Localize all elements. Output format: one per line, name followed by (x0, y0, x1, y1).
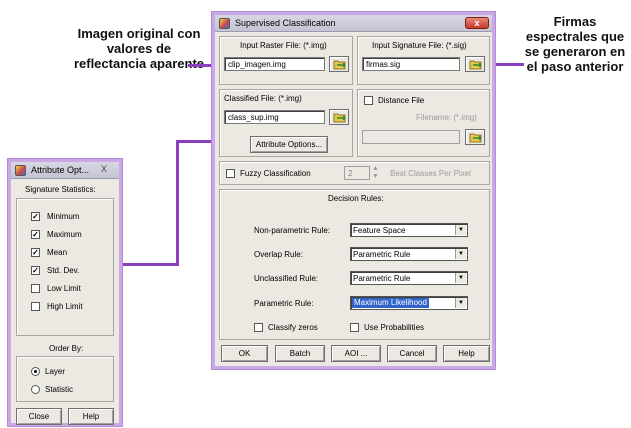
std-dev-label: Std. Dev. (47, 266, 80, 275)
fuzzy-classification-checkbox[interactable] (226, 169, 235, 178)
close-button[interactable]: x (465, 17, 489, 29)
folder-icon (469, 60, 482, 70)
statistic-label: Statistic (45, 385, 74, 394)
non-parametric-rule-label: Non-parametric Rule: (254, 226, 331, 235)
close-icon[interactable]: X (92, 164, 116, 176)
minimum-label: Minimum (47, 212, 80, 221)
title-bar[interactable]: Supervised Classification x (215, 15, 492, 32)
ok-button[interactable]: OK (221, 345, 268, 362)
non-parametric-rule-value: Feature Space (353, 226, 406, 235)
chevron-down-icon: ▼ (455, 273, 466, 283)
parametric-rule-select[interactable]: Maximum Likelihood ▼ (350, 296, 468, 310)
attribute-options-dialog: Attribute Opt... X Signature Statistics:… (8, 159, 122, 426)
cancel-button[interactable]: Cancel (387, 345, 437, 362)
minimum-checkbox[interactable]: ✓ (31, 212, 40, 221)
best-classes-spinner-icon[interactable]: ▲ ▼ (372, 165, 379, 181)
overlap-rule-value: Parametric Rule (353, 250, 411, 259)
input-signature-browse-button[interactable] (465, 56, 485, 72)
distance-file-browse-button[interactable] (465, 129, 485, 145)
layer-radio[interactable] (31, 367, 40, 376)
statistic-radio[interactable] (31, 385, 40, 394)
signature-statistics-label: Signature Statistics: (25, 185, 96, 194)
aoi-button[interactable]: AOI ... (331, 345, 381, 362)
input-raster-panel: Input Raster File: (*.img) clip_imagen.i… (219, 36, 353, 85)
fuzzy-panel: Fuzzy Classification 2 ▲ ▼ Best Classes P… (219, 161, 490, 185)
distance-file-checkbox[interactable] (364, 96, 373, 105)
mean-label: Mean (47, 248, 68, 257)
attr-title-bar[interactable]: Attribute Opt... X (11, 162, 119, 179)
batch-button[interactable]: Batch (275, 345, 325, 362)
folder-icon (333, 60, 346, 70)
folder-icon (333, 113, 346, 123)
annotation-right: Firmas espectrales que se generaron en e… (524, 14, 626, 74)
fuzzy-classification-label: Fuzzy Classification (240, 169, 311, 178)
attribute-options-button[interactable]: Attribute Options... (250, 136, 328, 153)
classified-file-label: Classified File: (*.img) (224, 94, 302, 103)
input-raster-field[interactable]: clip_imagen.img (224, 57, 325, 71)
chevron-down-icon: ▼ (455, 298, 466, 308)
use-probabilities-label: Use Probabilities (364, 323, 425, 332)
best-classes-field[interactable]: 2 (344, 166, 370, 180)
maximum-label: Maximum (47, 230, 82, 239)
distance-file-field[interactable] (362, 130, 460, 144)
use-probabilities-checkbox[interactable] (350, 323, 359, 332)
decision-rules-panel: Decision Rules: Non-parametric Rule: Fea… (219, 189, 490, 340)
distance-file-label: Distance File (378, 96, 425, 105)
non-parametric-rule-select[interactable]: Feature Space ▼ (350, 223, 468, 237)
distance-file-panel: Distance File Filename: (*.img) (357, 89, 490, 157)
overlap-rule-select[interactable]: Parametric Rule ▼ (350, 247, 468, 261)
low-limit-label: Low Limit (47, 284, 81, 293)
dialog-title: Supervised Classification (235, 18, 336, 28)
unclassified-rule-select[interactable]: Parametric Rule ▼ (350, 271, 468, 285)
low-limit-checkbox[interactable] (31, 284, 40, 293)
distance-filename-label: Filename: (*.img) (416, 113, 477, 122)
order-by-panel: Layer Statistic (16, 356, 114, 402)
input-signature-label: Input Signature File: (*.sig) (372, 41, 467, 50)
std-dev-checkbox[interactable]: ✓ (31, 266, 40, 275)
classified-file-panel: Classified File: (*.img) class_sup.img A… (219, 89, 353, 157)
help-button[interactable]: Help (443, 345, 490, 362)
folder-icon (469, 133, 482, 143)
chevron-down-icon: ▼ (455, 249, 466, 259)
order-by-label: Order By: (49, 344, 84, 353)
classified-file-browse-button[interactable] (329, 109, 349, 125)
high-limit-checkbox[interactable] (31, 302, 40, 311)
unclassified-rule-label: Unclassified Rule: (254, 274, 319, 283)
app-icon (219, 18, 230, 29)
chevron-down-icon: ▼ (455, 225, 466, 235)
attr-help-button[interactable]: Help (68, 408, 114, 425)
overlap-rule-label: Overlap Rule: (254, 250, 303, 259)
attr-dialog-title: Attribute Opt... (31, 165, 90, 175)
best-classes-label: Best Classes Per Pixel (390, 169, 471, 178)
layer-label: Layer (45, 367, 66, 376)
parametric-rule-value: Maximum Likelihood (352, 298, 429, 308)
classify-zeros-label: Classify zeros (268, 323, 318, 332)
maximum-checkbox[interactable]: ✓ (31, 230, 40, 239)
input-signature-field[interactable]: firmas.sig (362, 57, 460, 71)
mean-checkbox[interactable]: ✓ (31, 248, 40, 257)
decision-rules-title: Decision Rules: (328, 194, 384, 203)
arrow-signature-line (494, 63, 524, 66)
arrow-attr-line-v (176, 140, 179, 265)
app-icon (15, 165, 26, 176)
attr-close-button[interactable]: Close (16, 408, 62, 425)
supervised-classification-dialog: Supervised Classification x Input Raster… (212, 12, 495, 369)
high-limit-label: High Limit (47, 302, 83, 311)
input-signature-panel: Input Signature File: (*.sig) firmas.sig (357, 36, 490, 85)
statistics-panel: ✓ Minimum ✓ Maximum ✓ Mean ✓ Std. Dev. L… (16, 198, 114, 336)
unclassified-rule-value: Parametric Rule (353, 274, 411, 283)
arrow-attr-line-h2 (120, 263, 179, 266)
classified-file-field[interactable]: class_sup.img (224, 110, 325, 124)
input-raster-label: Input Raster File: (*.img) (240, 41, 327, 50)
input-raster-browse-button[interactable] (329, 56, 349, 72)
classify-zeros-checkbox[interactable] (254, 323, 263, 332)
parametric-rule-label: Parametric Rule: (254, 299, 314, 308)
